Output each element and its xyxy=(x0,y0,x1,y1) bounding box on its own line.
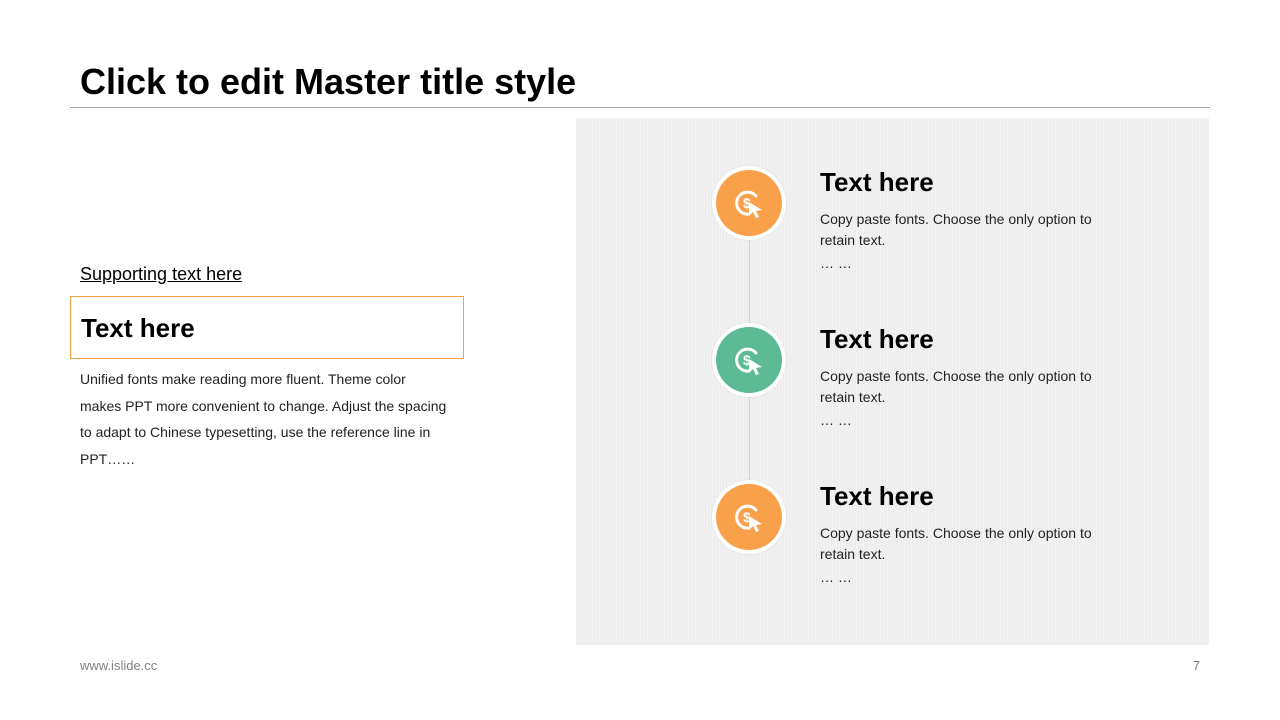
timeline-item-2-title[interactable]: Text here xyxy=(820,324,934,354)
supporting-text-link[interactable]: Supporting text here xyxy=(80,263,242,285)
dollar-click-icon: $ xyxy=(735,347,762,375)
box-title[interactable]: Text here xyxy=(81,313,195,343)
slide-title[interactable]: Click to edit Master title style xyxy=(80,60,576,104)
dollar-click-icon: $ xyxy=(735,504,762,532)
timeline-item-2-ellipsis: … … xyxy=(820,412,852,428)
timeline-item-3-ellipsis: … … xyxy=(820,569,852,585)
timeline-item-1-description[interactable]: Copy paste fonts. Choose the only option… xyxy=(820,209,1120,251)
timeline-item-1-ellipsis: … … xyxy=(820,255,852,271)
timeline-node-3: $ xyxy=(712,480,786,554)
footer-url: www.islide.cc xyxy=(80,658,158,673)
timeline-item-3-description[interactable]: Copy paste fonts. Choose the only option… xyxy=(820,523,1120,565)
body-text[interactable]: Unified fonts make reading more fluent. … xyxy=(80,366,450,472)
title-divider xyxy=(70,107,1210,108)
page-number: 7 xyxy=(1192,658,1200,673)
timeline-item-2-description[interactable]: Copy paste fonts. Choose the only option… xyxy=(820,366,1120,408)
timeline-node-1: $ xyxy=(712,166,786,240)
timeline-node-2: $ xyxy=(712,323,786,397)
dollar-click-icon: $ xyxy=(735,190,762,218)
highlight-box[interactable]: Text here xyxy=(70,296,464,359)
slide: Click to edit Master title style Support… xyxy=(0,0,1280,720)
timeline-item-3-title[interactable]: Text here xyxy=(820,481,934,511)
timeline-item-1-title[interactable]: Text here xyxy=(820,167,934,197)
